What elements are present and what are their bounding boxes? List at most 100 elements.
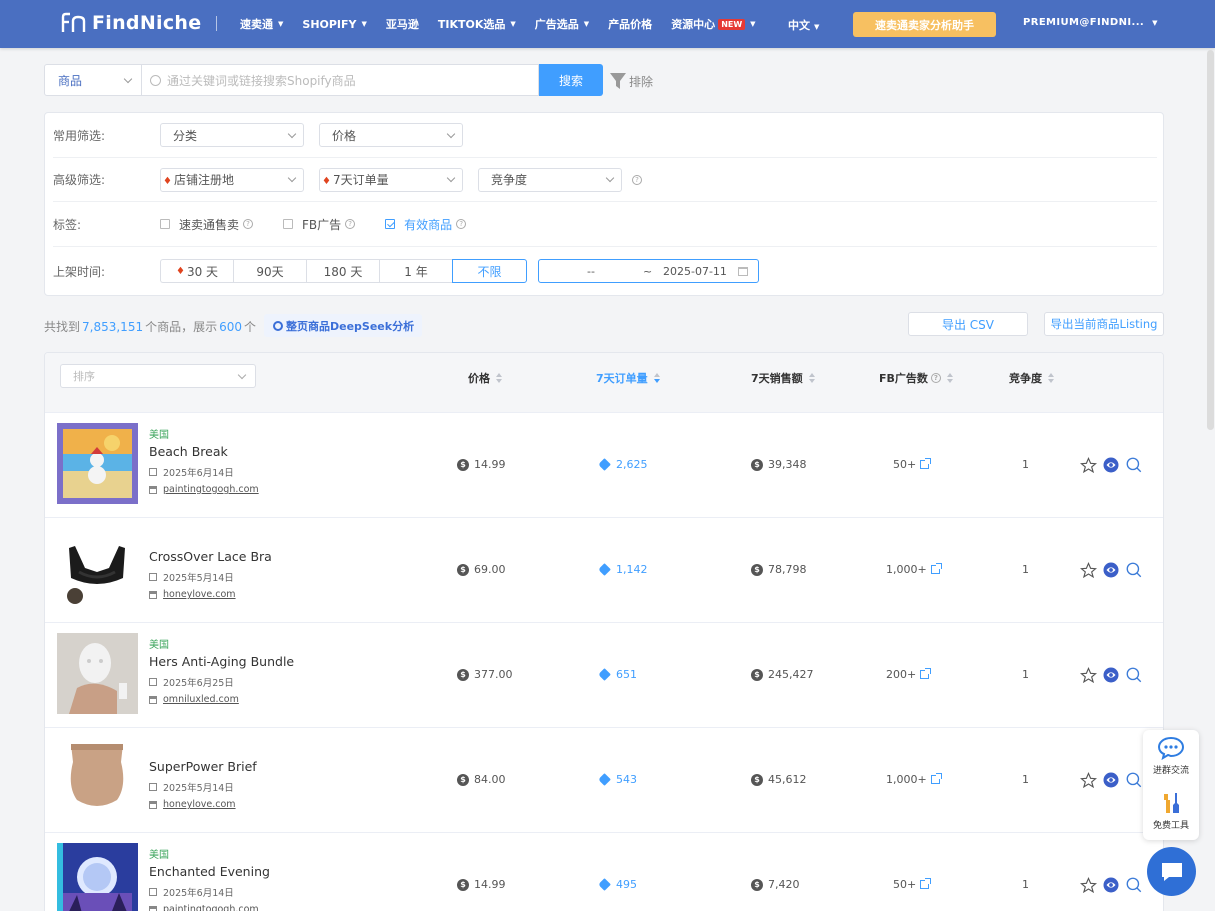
category-select[interactable]: 分类: [160, 123, 304, 147]
competition-column-header[interactable]: 竞争度: [1009, 370, 1054, 386]
exclude-filter-button[interactable]: 排除: [609, 72, 653, 90]
seller-assistant-button[interactable]: 速卖通卖家分析助手: [853, 12, 996, 37]
product-name[interactable]: Hers Anti-Aging Bundle: [149, 654, 294, 669]
account-menu[interactable]: PREMIUM@FINDNI... ▼: [1023, 17, 1158, 28]
shop-link[interactable]: honeylove.com: [149, 589, 272, 600]
orders-cell[interactable]: 1,142: [598, 563, 648, 576]
search-icon[interactable]: [1125, 561, 1143, 579]
free-tools-link[interactable]: 免费工具: [1143, 791, 1199, 831]
external-link-icon[interactable]: [920, 668, 932, 679]
group-chat-link[interactable]: 进群交流: [1143, 736, 1199, 776]
external-link-icon[interactable]: [930, 773, 942, 784]
star-icon[interactable]: [1079, 561, 1097, 579]
time-option-1[interactable]: 90天: [233, 259, 306, 283]
table-row[interactable]: SuperPower Brief 2025年5月14日 honeylove.com $…: [45, 728, 1163, 833]
language-select[interactable]: 中文 ▼: [788, 17, 819, 33]
orders-cell[interactable]: 495: [598, 878, 637, 891]
shop-link[interactable]: paintingtogogh.com: [149, 484, 259, 495]
orders-column-header[interactable]: 7天订单量: [596, 370, 660, 386]
nav-item-2[interactable]: 亚马逊: [386, 16, 419, 32]
table-row[interactable]: 美国 Beach Break 2025年6月14日 paintingtogogh.co…: [45, 413, 1163, 518]
star-icon[interactable]: [1079, 771, 1097, 789]
checkbox-icon[interactable]: [283, 219, 294, 229]
competition-select[interactable]: 竞争度: [478, 167, 622, 192]
fb-ads-cell[interactable]: 50+: [893, 878, 932, 891]
fb-ads-cell[interactable]: 1,000+: [886, 773, 942, 786]
star-icon[interactable]: [1079, 456, 1097, 474]
help-icon[interactable]: ?: [345, 219, 356, 229]
search-button[interactable]: 搜索: [539, 64, 603, 96]
checkbox-icon[interactable]: [160, 219, 170, 229]
price-column-header[interactable]: 价格: [468, 370, 502, 386]
date-from[interactable]: --: [539, 265, 643, 278]
export-csv-button[interactable]: 导出 CSV: [908, 312, 1028, 336]
orders-7d-select[interactable]: ♦ 7天订单量: [319, 167, 463, 192]
search-icon[interactable]: [1125, 771, 1143, 789]
help-icon[interactable]: ?: [243, 219, 254, 229]
nav-item-5[interactable]: 产品价格: [608, 16, 652, 32]
nav-item-1[interactable]: SHOPIFY ▼: [302, 18, 367, 31]
product-image[interactable]: [57, 738, 138, 819]
fb-ads-cell[interactable]: 1,000+: [886, 563, 942, 576]
fb-ads-cell[interactable]: 200+: [886, 668, 932, 681]
star-icon[interactable]: [1079, 876, 1097, 894]
search-icon[interactable]: [1125, 456, 1143, 474]
deepseek-icon[interactable]: [1102, 456, 1120, 474]
table-row[interactable]: 美国 Hers Anti-Aging Bundle 2025年6月25日 omnilu…: [45, 623, 1163, 728]
help-icon[interactable]: ?: [930, 373, 941, 383]
sort-select[interactable]: 排序: [60, 364, 256, 388]
star-icon[interactable]: [1079, 666, 1097, 684]
nav-item-3[interactable]: TIKTOK选品 ▼: [438, 16, 516, 32]
deepseek-analysis-button[interactable]: 整页商品DeepSeek分析: [264, 314, 423, 337]
search-icon[interactable]: [1125, 666, 1143, 684]
findniche-logo[interactable]: FindNiche: [60, 12, 201, 34]
table-row[interactable]: CrossOver Lace Bra 2025年5月14日 honeylove.co…: [45, 518, 1163, 623]
sales-column-header[interactable]: 7天销售额: [751, 370, 815, 386]
export-listing-button[interactable]: 导出当前商品Listing: [1044, 312, 1164, 336]
time-option-2[interactable]: 180 天: [306, 259, 379, 283]
date-to[interactable]: 2025-07-11: [663, 265, 738, 278]
help-icon[interactable]: ?: [456, 219, 467, 229]
page-scrollbar[interactable]: [1207, 50, 1214, 430]
time-option-0[interactable]: ♦ 30 天: [160, 259, 233, 283]
table-row[interactable]: 美国 Enchanted Evening 2025年6月14日 paintingtog…: [45, 833, 1163, 911]
tag-checkbox-1[interactable]: FB广告?: [283, 216, 356, 233]
external-link-icon[interactable]: [920, 458, 932, 469]
shop-link[interactable]: paintingtogogh.com: [149, 904, 270, 911]
fb-ads-column-header[interactable]: FB广告数?: [879, 370, 953, 386]
fb-ads-cell[interactable]: 50+: [893, 458, 932, 471]
time-option-3[interactable]: 1 年: [379, 259, 452, 283]
product-name[interactable]: SuperPower Brief: [149, 759, 257, 774]
live-chat-button[interactable]: [1147, 847, 1196, 896]
search-type-select[interactable]: 商品: [44, 64, 142, 96]
orders-cell[interactable]: 543: [598, 773, 637, 786]
nav-item-6[interactable]: 资源中心 NEW ▼: [671, 16, 755, 32]
help-icon[interactable]: ?: [632, 174, 642, 185]
price-select[interactable]: 价格: [319, 123, 463, 147]
shop-link[interactable]: omniluxled.com: [149, 694, 294, 705]
orders-cell[interactable]: 651: [598, 668, 637, 681]
orders-cell[interactable]: 2,625: [598, 458, 648, 471]
nav-item-0[interactable]: 速卖通 ▼: [240, 16, 283, 32]
deepseek-icon[interactable]: [1102, 771, 1120, 789]
tag-checkbox-0[interactable]: 速卖通售卖?: [160, 216, 254, 233]
product-image[interactable]: [57, 843, 138, 911]
time-option-4[interactable]: 不限: [452, 259, 527, 283]
search-input[interactable]: 通过关键词或链接搜索Shopify商品: [142, 64, 539, 96]
product-name[interactable]: CrossOver Lace Bra: [149, 549, 272, 564]
shop-link[interactable]: honeylove.com: [149, 799, 257, 810]
store-region-select[interactable]: ♦ 店铺注册地: [160, 167, 304, 192]
search-icon[interactable]: [1125, 876, 1143, 894]
checkbox-icon[interactable]: [385, 219, 396, 229]
product-name[interactable]: Enchanted Evening: [149, 864, 270, 879]
external-link-icon[interactable]: [920, 878, 932, 889]
deepseek-icon[interactable]: [1102, 666, 1120, 684]
external-link-icon[interactable]: [930, 563, 942, 574]
date-range-picker[interactable]: -- ~ 2025-07-11: [538, 259, 759, 283]
product-image[interactable]: [57, 423, 138, 504]
tag-checkbox-2[interactable]: 有效商品?: [385, 216, 467, 233]
product-name[interactable]: Beach Break: [149, 444, 259, 459]
product-image[interactable]: [57, 528, 138, 609]
nav-item-4[interactable]: 广告选品 ▼: [535, 16, 589, 32]
deepseek-icon[interactable]: [1102, 876, 1120, 894]
